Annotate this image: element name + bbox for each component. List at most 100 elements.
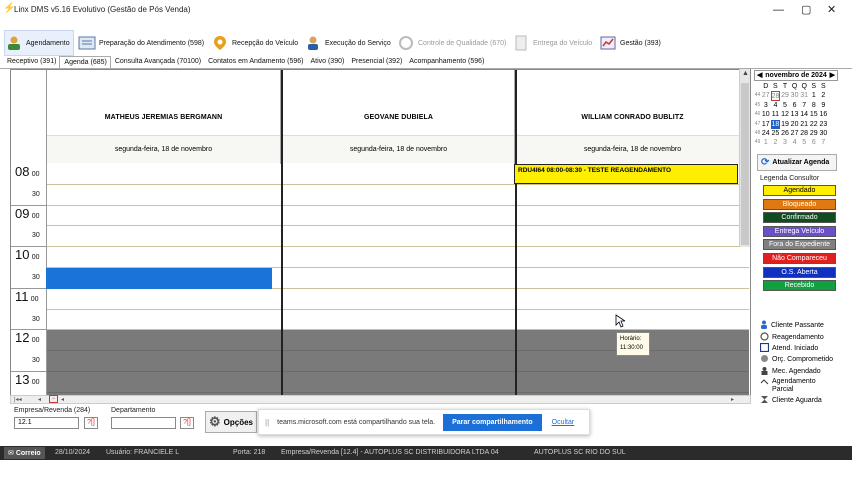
time-slot[interactable] [517, 185, 749, 206]
time-slot[interactable] [47, 351, 281, 372]
time-slot[interactable] [283, 268, 515, 289]
time-slot[interactable] [283, 372, 515, 393]
selected-slot[interactable] [46, 268, 272, 289]
remove-icon[interactable]: − [49, 395, 58, 403]
calendar-day[interactable]: 1 [809, 91, 819, 100]
time-slot[interactable] [47, 206, 281, 227]
scroll-right-icon[interactable]: ▸ [731, 396, 734, 403]
calendar-day[interactable]: 1 [761, 138, 771, 147]
calendar-day[interactable]: 2 [771, 138, 781, 147]
time-slot[interactable] [47, 164, 281, 185]
stop-sharing-button[interactable]: Parar compartilhamento [443, 413, 542, 431]
scrollbar-thumb[interactable] [741, 83, 749, 245]
time-slot[interactable] [47, 310, 281, 331]
calendar-day[interactable]: 18 [770, 119, 781, 129]
calendar-day[interactable]: 11 [771, 110, 781, 119]
time-slot[interactable] [283, 164, 515, 185]
calendar-day[interactable]: 9 [819, 101, 829, 110]
empresa-input[interactable]: 12.1 [14, 417, 79, 429]
vertical-scrollbar[interactable]: ▲ [739, 69, 750, 247]
time-slot[interactable] [517, 289, 749, 310]
time-slot[interactable] [47, 330, 281, 352]
calendar-day[interactable]: 6 [790, 101, 800, 110]
update-agenda-button[interactable]: ⟳ Atualizar Agenda [757, 154, 837, 171]
calendar-day[interactable]: 30 [819, 129, 829, 138]
horizontal-scrollbar[interactable]: |◂◂ ◂ − ◂ ▸ [10, 395, 751, 404]
empresa-lookup-button[interactable]: ?[] [84, 417, 98, 429]
calendar-day[interactable]: 21 [799, 120, 809, 129]
calendar-days[interactable]: D S T Q Q S S 44 27 28 29 30 31 1 2 45 3 4 5 6 7 8 9 46 10 11 12 13… [754, 82, 838, 148]
time-slot[interactable] [517, 372, 749, 393]
scroll-first-icon[interactable]: |◂◂ [14, 396, 22, 403]
calendar-day[interactable]: 10 [761, 110, 771, 119]
toolbar-execucao[interactable]: Execução do Serviço [304, 30, 391, 56]
calendar-day[interactable]: 2 [819, 91, 829, 100]
toolbar-recepcao[interactable]: Recepção do Veículo [211, 30, 298, 56]
calendar-day[interactable]: 24 [761, 129, 771, 138]
calendar-day[interactable]: 23 [819, 120, 829, 129]
minimize-button[interactable]: — [773, 5, 784, 16]
time-slot[interactable] [283, 185, 515, 206]
calendar-day[interactable]: 22 [809, 120, 819, 129]
toolbar-controle-qualidade[interactable]: Controle de Qualidade (670) [397, 30, 506, 56]
calendar-day[interactable]: 7 [799, 101, 809, 110]
calendar-day[interactable]: 4 [790, 138, 800, 147]
calendar-day[interactable]: 14 [799, 110, 809, 119]
mini-calendar[interactable]: ◀ novembro de 2024 ▶ D S T Q Q S S 44 27 28 29 30 31… [754, 70, 838, 150]
calendar-day[interactable]: 31 [799, 91, 809, 100]
toolbar-preparacao[interactable]: Preparação do Atendimento (598) [78, 30, 204, 56]
calendar-day[interactable]: 3 [761, 101, 771, 110]
options-button[interactable]: ⚙ Opções [205, 411, 257, 433]
time-slot[interactable] [47, 372, 281, 393]
calendar-day[interactable]: 6 [809, 138, 819, 147]
calendar-day[interactable]: 29 [809, 129, 819, 138]
close-button[interactable]: ✕ [827, 5, 836, 16]
toolbar-agendamento[interactable]: Agendamento [4, 30, 74, 56]
time-slot[interactable] [517, 247, 749, 268]
calendar-day[interactable]: 28 [770, 91, 781, 101]
calendar-day[interactable]: 8 [809, 101, 819, 110]
time-slot[interactable] [47, 185, 281, 206]
time-slot[interactable] [283, 226, 515, 248]
calendar-day[interactable]: 5 [780, 101, 790, 110]
calendar-day[interactable]: 15 [809, 110, 819, 119]
departamento-input[interactable] [111, 417, 176, 429]
maximize-button[interactable]: ▢ [801, 5, 811, 16]
calendar-day[interactable]: 13 [790, 110, 800, 119]
calendar-day[interactable]: 16 [819, 110, 829, 119]
calendar-day[interactable]: 5 [799, 138, 809, 147]
time-slot[interactable] [283, 310, 515, 331]
calendar-day[interactable]: 30 [790, 91, 800, 100]
time-slot[interactable] [283, 330, 515, 352]
prev-month-icon[interactable]: ◀ [757, 71, 762, 81]
calendar-day[interactable]: 17 [761, 120, 771, 129]
toolbar-gestao[interactable]: Gestão (393) [599, 30, 661, 56]
calendar-day[interactable]: 28 [799, 129, 809, 138]
time-slot[interactable] [517, 268, 749, 289]
calendar-day[interactable]: 7 [819, 138, 829, 147]
time-slot[interactable] [47, 226, 281, 248]
time-slot[interactable] [283, 247, 515, 268]
calendar-day[interactable]: 26 [780, 129, 790, 138]
calendar-day[interactable]: 19 [780, 120, 790, 129]
hide-link[interactable]: Ocultar [552, 419, 575, 426]
time-slot[interactable] [283, 206, 515, 227]
calendar-day[interactable]: 3 [780, 138, 790, 147]
calendar-day[interactable]: 12 [780, 110, 790, 119]
scroll-prev-icon[interactable]: ◂ [38, 396, 41, 403]
calendar-day[interactable]: 20 [790, 120, 800, 129]
calendar-day[interactable]: 4 [771, 101, 781, 110]
calendar-day[interactable]: 29 [780, 91, 790, 100]
time-slot[interactable] [283, 351, 515, 372]
mail-button[interactable]: ✉ Correio [4, 447, 45, 459]
next-month-icon[interactable]: ▶ [830, 71, 835, 81]
appointment-block[interactable]: RDU4I64 08:00-08:30 - TESTE REAGENDAMENT… [514, 164, 738, 184]
time-slot[interactable] [283, 289, 515, 310]
scroll-up-icon[interactable]: ▲ [742, 70, 749, 77]
calendar-day[interactable]: 27 [761, 91, 771, 100]
consultant-column[interactable] [515, 164, 749, 395]
consultant-column[interactable] [281, 164, 515, 395]
time-slot[interactable] [47, 247, 281, 268]
drag-handle-icon[interactable]: || [265, 418, 269, 427]
time-slot[interactable] [517, 310, 749, 331]
